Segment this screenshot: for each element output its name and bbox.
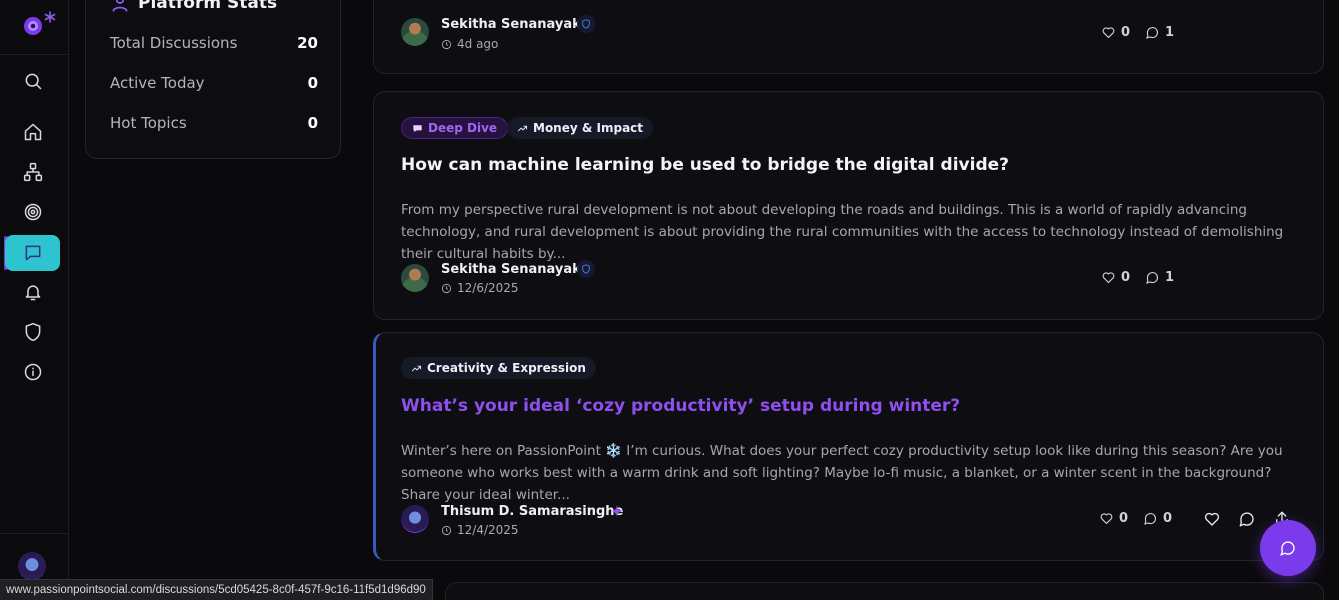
tag-label: Creativity & Expression [427,361,586,375]
like-count-value: 0 [1121,25,1131,40]
sparkle-icon [611,505,623,517]
tag-topic[interactable]: Money & Impact [507,117,654,139]
comment-icon [1239,512,1254,527]
stat-value: 20 [297,34,318,52]
search-button[interactable] [5,63,60,99]
shield-icon [582,264,590,274]
stat-label: Active Today [110,74,205,92]
nav-discussions[interactable] [5,235,60,271]
divider [0,54,68,55]
comment-button[interactable] [1238,510,1256,528]
home-icon [24,123,41,141]
comment-icon [1146,27,1159,39]
app-logo[interactable] [20,10,56,40]
nav-info[interactable] [5,354,60,390]
like-count-value: 0 [1121,270,1131,285]
post-title[interactable]: How can machine learning be used to brid… [401,155,1009,175]
tag-deep-dive[interactable]: Deep Dive [401,117,509,139]
author-avatar[interactable] [401,18,429,46]
post-time-text: 12/4/2025 [457,523,519,537]
post-time-text: 4d ago [457,37,499,51]
heart-icon [1102,27,1115,39]
comment-count[interactable]: 1 [1145,25,1174,40]
nav-security[interactable] [5,314,60,350]
stats-title: Platform Stats [138,0,278,13]
heart-icon [1100,513,1113,525]
discussion-card[interactable]: Deep Dive Money & Impact How can machine… [373,91,1324,320]
shield-icon [582,19,590,29]
stat-value: 0 [307,114,318,132]
shield-icon [25,322,40,342]
author-avatar[interactable] [401,264,429,292]
tag-topic[interactable]: Creativity & Expression [401,357,596,379]
stat-total-discussions: Total Discussions 20 [110,34,318,52]
comment-icon [1280,541,1295,556]
post-time: 12/6/2025 [441,281,519,295]
verified-badge [577,260,595,278]
nav-target[interactable] [5,194,60,230]
stat-active-today: Active Today 0 [110,74,318,92]
trending-icon [411,365,422,371]
info-icon [24,363,41,381]
clock-icon [441,39,452,49]
post-time: 4d ago [441,37,498,51]
comment-count-value: 1 [1165,270,1175,285]
author-name[interactable]: Sekitha Senanayake [441,17,589,32]
discussion-card[interactable] [445,582,1324,600]
trending-icon [517,125,528,131]
search-icon [25,73,41,90]
heart-icon [1102,272,1115,284]
post-time: 12/4/2025 [441,523,519,537]
post-excerpt: From my perspective rural development is… [401,202,1284,262]
divider [0,533,68,534]
target-icon [24,203,41,221]
clock-icon [441,283,452,293]
stat-label: Total Discussions [110,34,238,52]
user-avatar[interactable] [18,552,46,580]
like-button[interactable] [1203,510,1221,528]
like-count[interactable]: 0 [1101,25,1130,40]
like-count[interactable]: 0 [1099,511,1128,526]
speech-bubble-icon [413,124,422,132]
discussion-card[interactable]: Creativity & Expression What’s your idea… [373,332,1324,561]
stat-label: Hot Topics [110,114,187,132]
comment-count-value: 1 [1165,25,1175,40]
post-excerpt: Winter’s here on PassionPoint ❄️ I’m cur… [401,443,1283,503]
nav-home[interactable] [5,114,60,150]
discussion-card[interactable]: Sekitha Senanayake 4d ago 0 1 [373,0,1324,74]
status-bar-url: www.passionpointsocial.com/discussions/5… [0,579,433,600]
post-title[interactable]: What’s your ideal ‘cozy productivity’ se… [401,396,960,416]
network-icon [23,162,42,182]
comment-count-value: 0 [1163,511,1173,526]
clock-icon [441,525,452,535]
bell-icon [25,285,40,301]
icon-sidebar [0,0,69,600]
new-discussion-fab[interactable] [1260,520,1316,576]
nav-network[interactable] [5,154,60,190]
comment-icon [1144,513,1157,525]
platform-stats-card: Platform Stats Total Discussions 20 Acti… [85,0,341,159]
stat-hot-topics: Hot Topics 0 [110,114,318,132]
author-name[interactable]: Sekitha Senanayake [441,262,589,277]
like-count-value: 0 [1119,511,1129,526]
verified-badge [577,15,595,33]
users-icon [112,0,128,12]
heart-icon [1204,512,1220,526]
nav-notifications[interactable] [5,274,60,310]
chat-icon [25,245,40,261]
tag-label: Deep Dive [428,121,498,135]
comment-count[interactable]: 1 [1145,270,1174,285]
like-count[interactable]: 0 [1101,270,1130,285]
comment-icon [1146,272,1159,284]
stat-value: 0 [307,74,318,92]
tag-label: Money & Impact [533,121,644,135]
author-avatar[interactable] [401,505,429,533]
author-name[interactable]: Thisum D. Samarasinghe [441,504,623,519]
post-time-text: 12/6/2025 [457,281,519,295]
comment-count[interactable]: 0 [1143,511,1172,526]
